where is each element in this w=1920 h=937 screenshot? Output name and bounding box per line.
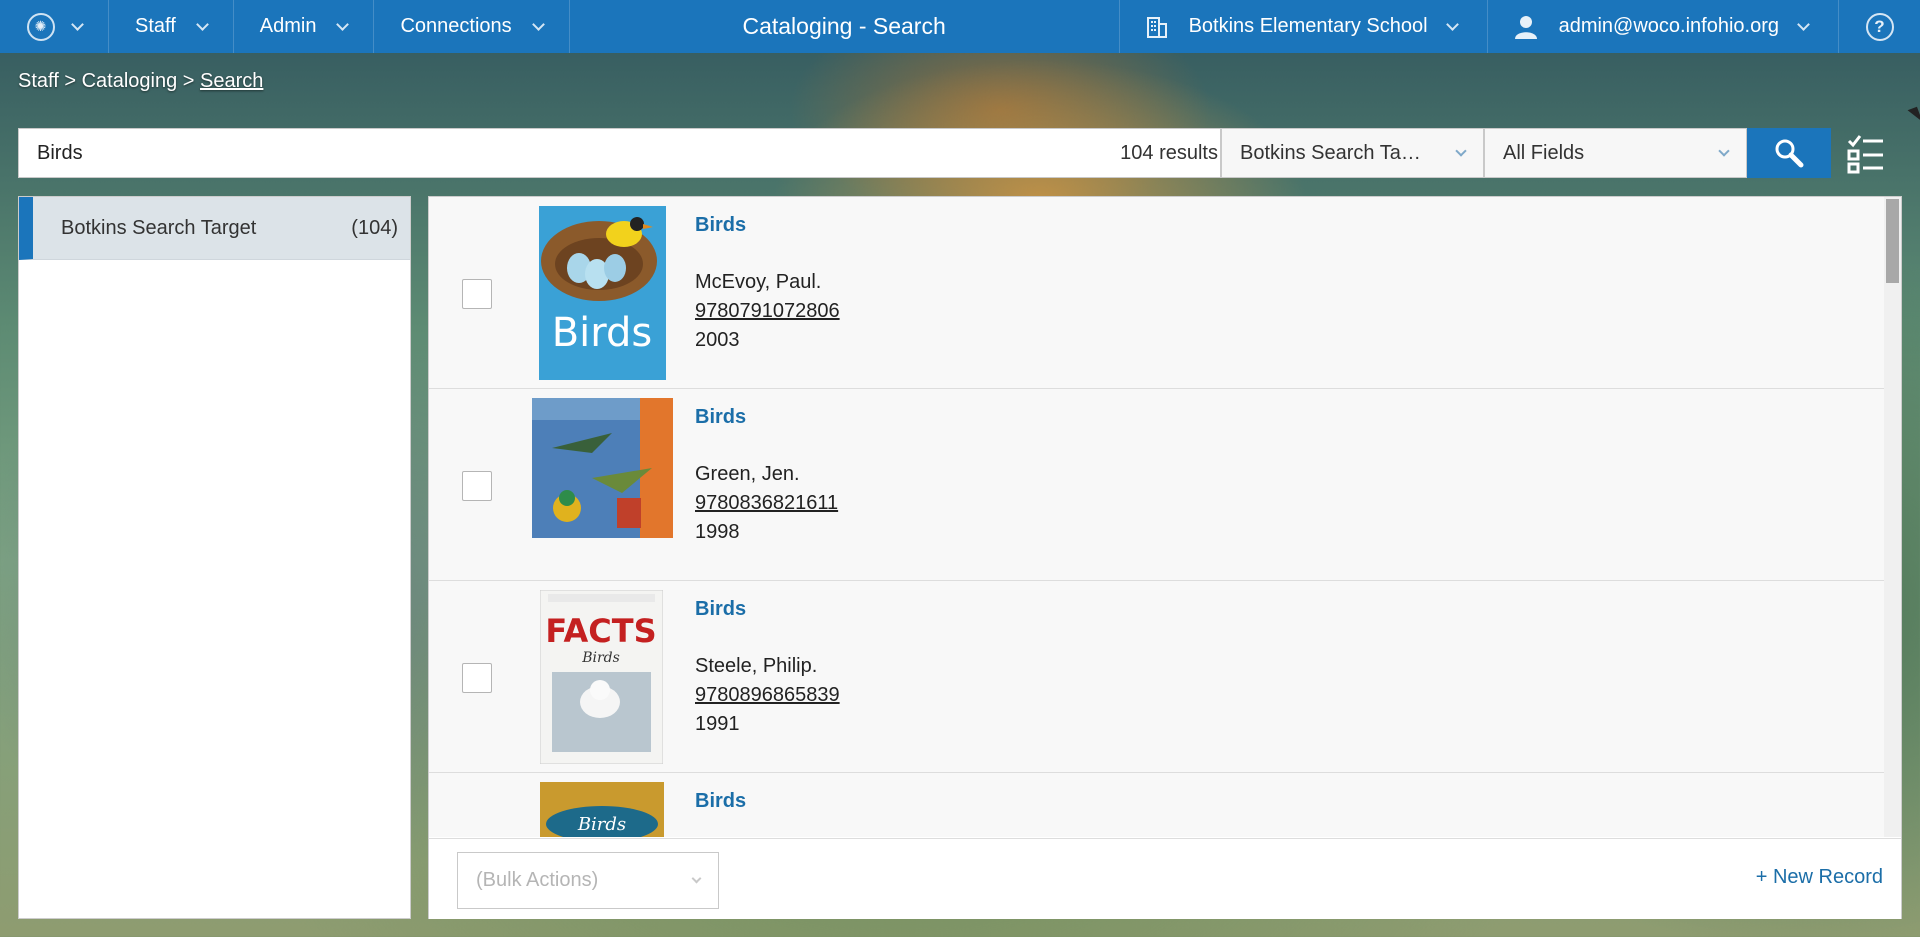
user-icon — [1514, 15, 1537, 39]
cover-title: Birds — [552, 310, 653, 356]
chevron-down-icon — [1797, 17, 1810, 31]
book-cover[interactable] — [532, 398, 673, 538]
top-navigation-bar: ✺ Staff Admin Connections Cataloging - S… — [0, 0, 1920, 53]
chevron-down-icon — [1455, 144, 1467, 157]
result-info: Birds Steele, Philip. 9780896865839 1991 — [695, 595, 840, 739]
chevron-down-icon — [1718, 144, 1730, 157]
search-target-item[interactable]: Botkins Search Target (104) — [19, 197, 410, 260]
search-target-select[interactable]: Botkins Search Ta… — [1221, 128, 1484, 178]
breadcrumb-cataloging[interactable]: Cataloging — [82, 70, 178, 92]
result-info: Birds McEvoy, Paul. 9780791072806 2003 — [695, 211, 840, 355]
results-panel: Birds Birds McEvoy, Paul. 9780791072806 … — [428, 196, 1902, 919]
breadcrumb-staff[interactable]: Staff — [18, 70, 59, 92]
result-title[interactable]: Birds — [695, 403, 838, 432]
chevron-down-icon — [195, 17, 209, 31]
school-name: Botkins Elementary School — [1188, 15, 1428, 37]
search-target-value: Botkins Search Ta… — [1240, 141, 1421, 164]
breadcrumb-separator: > — [182, 70, 195, 92]
bulk-actions-select[interactable]: (Bulk Actions) — [457, 852, 719, 909]
result-isbn[interactable]: 9780896865839 — [695, 681, 840, 710]
select-checkbox[interactable] — [462, 279, 492, 309]
user-email: admin@woco.infohio.org — [1558, 15, 1779, 37]
district-logo-icon: ✺ — [26, 12, 55, 41]
result-author: Green, Jen. — [695, 463, 800, 485]
result-year: 1998 — [695, 521, 740, 543]
result-author: Steele, Philip. — [695, 655, 818, 677]
school-selector[interactable]: Botkins Elementary School — [1120, 0, 1488, 53]
results-list: Birds Birds McEvoy, Paul. 9780791072806 … — [429, 197, 1884, 837]
result-row[interactable]: Birds Birds — [429, 773, 1884, 837]
result-count: 104 results — [1120, 141, 1218, 164]
result-row[interactable]: FACTS Birds Birds Steele, Philip. 978089… — [429, 581, 1884, 773]
scrollbar-thumb[interactable] — [1886, 199, 1899, 283]
select-checkbox[interactable] — [462, 471, 492, 501]
help-button[interactable]: ? — [1839, 0, 1920, 53]
results-scrollbar[interactable] — [1884, 197, 1901, 837]
book-cover[interactable]: Birds — [540, 782, 664, 837]
search-input[interactable]: Birds 104 results — [18, 128, 1221, 178]
book-cover[interactable]: FACTS Birds — [540, 590, 663, 764]
result-title[interactable]: Birds — [695, 211, 840, 240]
result-year: 1991 — [695, 713, 740, 735]
search-target-panel: Botkins Search Target (104) — [18, 196, 411, 919]
result-author: McEvoy, Paul. — [695, 271, 822, 293]
search-button[interactable] — [1747, 128, 1831, 178]
result-info: Birds Green, Jen. 9780836821611 1998 — [695, 403, 838, 547]
search-icon — [1775, 139, 1804, 168]
search-field-value: All Fields — [1503, 141, 1585, 164]
menu-admin-label: Admin — [259, 15, 317, 37]
result-info: Birds — [695, 787, 746, 837]
breadcrumb-search[interactable]: Search — [200, 70, 263, 92]
results-footer: (Bulk Actions) + New Record — [429, 838, 1901, 919]
page-title: Cataloging - Search — [570, 0, 1120, 53]
help-icon: ? — [1865, 12, 1894, 41]
result-title[interactable]: Birds — [695, 787, 746, 816]
search-target-label: Botkins Search Target — [61, 216, 257, 239]
result-isbn[interactable]: 9780836821611 — [695, 489, 838, 518]
chevron-down-icon — [691, 873, 702, 883]
select-checkbox[interactable] — [462, 663, 492, 693]
checklist-icon[interactable] — [1846, 132, 1886, 176]
menu-connections-label: Connections — [400, 15, 512, 37]
result-row[interactable]: Birds Green, Jen. 9780836821611 1998 — [429, 389, 1884, 581]
logo-menu[interactable]: ✺ — [0, 0, 109, 53]
chevron-down-icon — [336, 17, 350, 31]
result-year: 2003 — [695, 329, 740, 351]
book-cover[interactable]: Birds — [539, 206, 666, 380]
search-query: Birds — [37, 141, 83, 164]
menu-staff-label: Staff — [135, 15, 176, 37]
chevron-down-icon — [1445, 17, 1459, 31]
breadcrumb: Staff > Cataloging > Search — [18, 70, 263, 93]
bulk-actions-placeholder: (Bulk Actions) — [476, 869, 599, 891]
building-icon — [1146, 16, 1167, 38]
cover-title: Birds — [577, 814, 626, 835]
search-target-count: (104) — [351, 216, 398, 239]
result-row[interactable]: Birds Birds McEvoy, Paul. 9780791072806 … — [429, 197, 1884, 389]
chevron-down-icon — [70, 17, 84, 31]
cover-subtitle: Birds — [581, 650, 620, 666]
menu-staff[interactable]: Staff — [109, 0, 234, 53]
result-title[interactable]: Birds — [695, 595, 840, 624]
user-menu[interactable]: admin@woco.infohio.org — [1488, 0, 1839, 53]
menu-admin[interactable]: Admin — [234, 0, 375, 53]
breadcrumb-separator: > — [64, 70, 77, 92]
result-isbn[interactable]: 9780791072806 — [695, 297, 840, 326]
chevron-down-icon — [531, 17, 545, 31]
cover-title: FACTS — [545, 612, 656, 650]
search-field-select[interactable]: All Fields — [1484, 128, 1747, 178]
menu-connections[interactable]: Connections — [374, 0, 570, 53]
mouse-cursor-icon — [1907, 106, 1920, 126]
new-record-button[interactable]: + New Record — [1756, 866, 1883, 889]
